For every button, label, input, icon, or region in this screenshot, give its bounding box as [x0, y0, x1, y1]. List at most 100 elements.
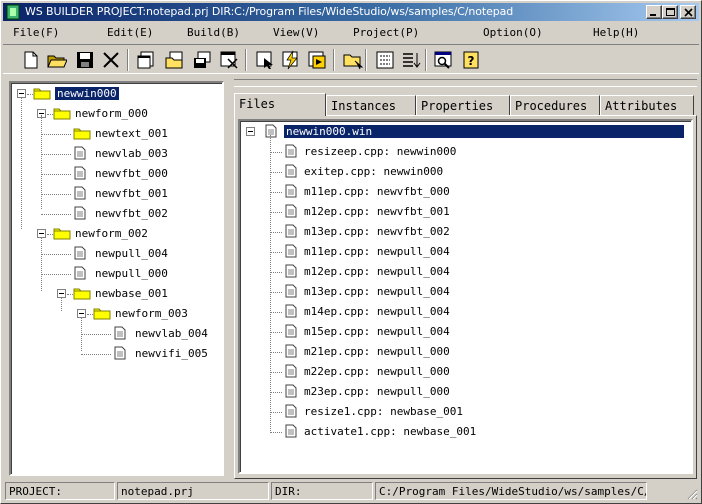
save-window-icon [194, 51, 211, 68]
tree-connector [270, 332, 282, 333]
open-window-button[interactable] [163, 48, 187, 72]
tree-connector [61, 297, 62, 311]
tree-item-label: newvlab_003 [95, 147, 168, 160]
collapse-toggle[interactable] [246, 127, 255, 136]
document-icon [285, 284, 297, 298]
file-item[interactable]: exitep.cpp: newwin000 [240, 163, 690, 181]
menu-build[interactable]: Build(B) [187, 26, 240, 39]
menu-file[interactable]: File(F) [13, 26, 59, 39]
status-dir-label: DIR: [271, 482, 373, 500]
document-icon [74, 246, 86, 260]
file-item[interactable]: m13ep.cpp: newpull_004 [240, 283, 690, 301]
folder-icon [53, 108, 71, 120]
select-icon [256, 51, 273, 69]
new-window-icon [137, 51, 154, 69]
folder-icon [33, 88, 51, 100]
tree-item[interactable]: newvlab_003 [11, 145, 221, 163]
tab-files[interactable]: Files [234, 93, 326, 116]
close-window-icon [220, 51, 238, 69]
file-item[interactable]: m12ep.cpp: newvfbt_001 [240, 203, 690, 221]
cut-button[interactable] [99, 48, 123, 72]
list-button[interactable] [399, 48, 423, 72]
document-icon [285, 344, 297, 358]
file-item[interactable]: m12ep.cpp: newpull_004 [240, 263, 690, 281]
new-window-button[interactable] [135, 48, 159, 72]
document-icon [74, 186, 86, 200]
menu-project[interactable]: Project(P) [353, 26, 419, 39]
tree-connector [21, 97, 22, 229]
grid-button[interactable] [373, 48, 397, 72]
tree-item-label: newpull_000 [95, 267, 168, 280]
tree-item[interactable]: newpull_000 [11, 265, 221, 283]
menu-help[interactable]: Help(H) [593, 26, 639, 39]
tree-item[interactable]: newform_002 [11, 225, 221, 243]
close-window-button[interactable] [217, 48, 241, 72]
toolbar-separator [365, 49, 367, 71]
tree-item[interactable]: newvfbt_000 [11, 165, 221, 183]
tab-instances[interactable]: Instances [326, 95, 416, 115]
maximize-button[interactable] [662, 5, 678, 19]
file-root-item[interactable]: newwin000.win [240, 123, 690, 141]
file-item[interactable]: m15ep.cpp: newpull_004 [240, 323, 690, 341]
files-tree-panel[interactable]: newwin000.win resizeep.cpp: newwin000 exit… [238, 119, 693, 474]
tab-attributes[interactable]: Attributes [600, 95, 694, 115]
help-button[interactable]: ? [459, 48, 483, 72]
build-icon [282, 50, 298, 70]
menu-view[interactable]: View(V) [273, 26, 319, 39]
open-folder-button[interactable] [45, 48, 69, 72]
file-item[interactable]: m22ep.cpp: newpull_000 [240, 363, 690, 381]
select-button[interactable] [253, 48, 277, 72]
file-item-label: m13ep.cpp: newpull_004 [304, 285, 450, 298]
tree-connector [81, 334, 111, 335]
tree-item[interactable]: newpull_004 [11, 245, 221, 263]
tree-connector [41, 274, 71, 275]
file-item[interactable]: activate1.cpp: newbase_001 [240, 423, 690, 441]
file-item[interactable]: resize1.cpp: newbase_001 [240, 403, 690, 421]
find-button[interactable] [431, 48, 455, 72]
file-item[interactable]: m14ep.cpp: newpull_004 [240, 303, 690, 321]
tree-item[interactable]: newvfbt_001 [11, 185, 221, 203]
file-item[interactable]: resizeep.cpp: newwin000 [240, 143, 690, 161]
tab-properties[interactable]: Properties [416, 95, 510, 115]
file-root-label: newwin000.win [284, 125, 684, 138]
save-window-button[interactable] [191, 48, 215, 72]
build-button[interactable] [279, 48, 303, 72]
document-icon [285, 204, 297, 218]
tree-item-label: newvfbt_002 [95, 207, 168, 220]
tree-item-label: newvfbt_001 [95, 187, 168, 200]
file-item[interactable]: m13ep.cpp: newvfbt_002 [240, 223, 690, 241]
tab-procedures[interactable]: Procedures [510, 95, 600, 115]
tree-item[interactable]: newbase_001 [11, 285, 221, 303]
tree-item[interactable]: newform_000 [11, 105, 221, 123]
file-item[interactable]: m11ep.cpp: newpull_004 [240, 243, 690, 261]
document-icon [285, 144, 297, 158]
file-item[interactable]: m21ep.cpp: newpull_000 [240, 343, 690, 361]
tree-item[interactable]: newwin000 [11, 85, 221, 103]
tree-item[interactable]: newvfbt_002 [11, 205, 221, 223]
widget-tree-panel[interactable]: newwin000 newform_000 newtext_001 newvlab_0… [9, 81, 224, 476]
menu-edit[interactable]: Edit(E) [107, 26, 153, 39]
tree-connector [270, 392, 282, 393]
tree-item[interactable]: newvlab_004 [11, 325, 221, 343]
file-item[interactable]: m11ep.cpp: newvfbt_000 [240, 183, 690, 201]
tree-item-label: newvfbt_000 [95, 167, 168, 180]
folder-move-icon [343, 54, 363, 70]
folder-move-button[interactable] [341, 48, 365, 72]
tree-item[interactable]: newtext_001 [11, 125, 221, 143]
document-icon [285, 244, 297, 258]
new-file-button[interactable] [19, 48, 43, 72]
file-item[interactable]: m23ep.cpp: newpull_000 [240, 383, 690, 401]
minimize-button[interactable] [646, 5, 662, 19]
tree-item-label: newform_003 [115, 307, 188, 320]
save-button[interactable] [73, 48, 97, 72]
resize-grip-icon[interactable] [686, 488, 698, 500]
menu-option[interactable]: Option(O) [483, 26, 543, 39]
tree-connector [270, 212, 282, 213]
title-bar[interactable]: WS BUILDER PROJECT:notepad.prj DIR:C:/Pr… [3, 3, 699, 21]
folder-icon [93, 308, 111, 320]
close-button[interactable] [680, 5, 696, 19]
tree-item[interactable]: newform_003 [11, 305, 221, 323]
run-button[interactable] [305, 48, 329, 72]
document-icon [285, 304, 297, 318]
tree-item[interactable]: newvifi_005 [11, 345, 221, 363]
